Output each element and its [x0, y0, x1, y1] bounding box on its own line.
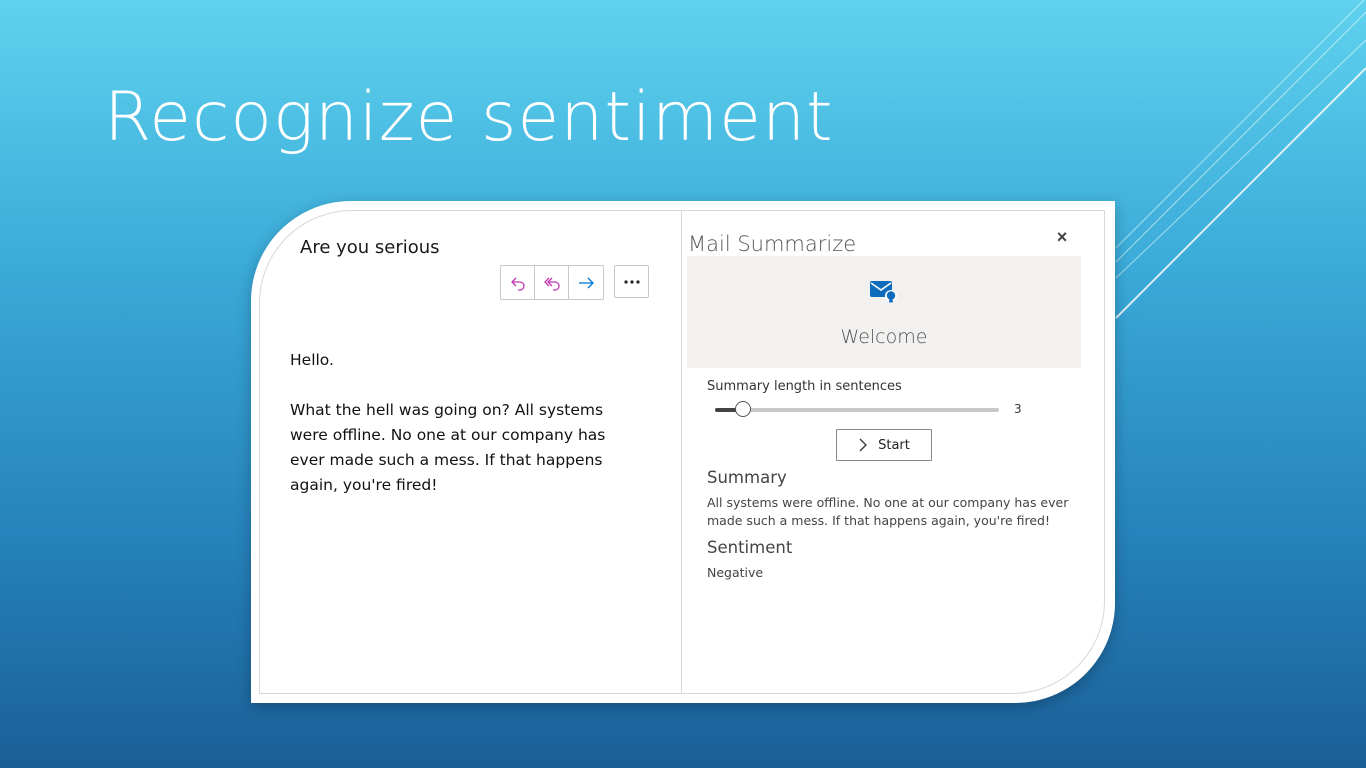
outlook-window: Are you serious Hello. What the hell was…	[259, 210, 1105, 694]
email-subject: Are you serious	[300, 237, 440, 258]
email-paragraph: What the hell was going on? All systems …	[290, 401, 606, 494]
reply-actions-group	[500, 265, 604, 300]
summary-length-slider[interactable]	[715, 401, 999, 417]
slider-thumb[interactable]	[735, 401, 752, 417]
summary-heading: Summary	[707, 468, 787, 487]
outlook-screenshot-card: Are you serious Hello. What the hell was…	[251, 201, 1115, 703]
more-options-icon	[623, 279, 640, 284]
pane-divider	[681, 211, 682, 693]
reply-icon	[510, 277, 525, 291]
email-greeting: Hello.	[290, 351, 334, 369]
start-button[interactable]: Start	[836, 429, 932, 461]
welcome-text: Welcome	[840, 326, 928, 348]
slider-value: 3	[1014, 402, 1022, 416]
addin-title: Mail Summarize	[688, 232, 857, 256]
summary-text: All systems were offline. No one at our …	[707, 495, 1069, 528]
sentiment-heading: Sentiment	[707, 538, 793, 557]
chevron-right-icon	[859, 438, 868, 452]
reply-button[interactable]	[501, 266, 535, 299]
mail-lightbulb-icon	[870, 281, 897, 303]
sentiment-value: Negative	[707, 565, 764, 580]
welcome-banner: Welcome	[687, 256, 1081, 368]
summary-length-label: Summary length in sentences	[707, 379, 902, 394]
close-pane-button[interactable]: ×	[1052, 227, 1072, 247]
reply-all-icon	[543, 277, 560, 291]
reply-all-button[interactable]	[535, 266, 569, 299]
forward-icon	[579, 277, 594, 288]
more-options-button[interactable]	[614, 265, 649, 298]
email-body: Hello. What the hell was going on? All s…	[290, 348, 635, 523]
slide-title: Recognize sentiment	[104, 78, 834, 157]
forward-button[interactable]	[569, 266, 603, 299]
start-button-label: Start	[878, 437, 910, 453]
